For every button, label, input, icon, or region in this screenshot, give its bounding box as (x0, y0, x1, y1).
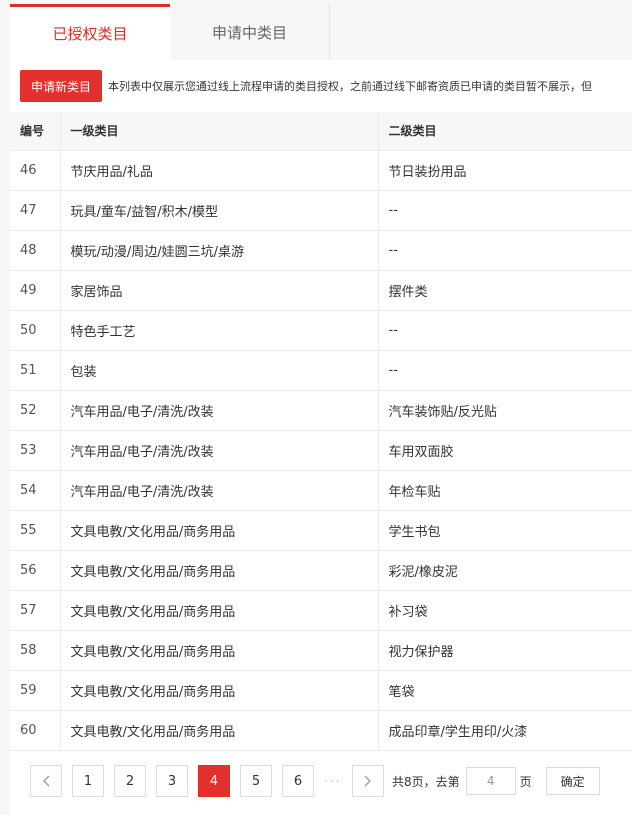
page-ellipsis: ··· (324, 774, 342, 788)
table-row: 49 家居饰品 摆件类 (10, 270, 632, 311)
row-level2-category: 车用双面胶 (378, 430, 632, 471)
row-level1-category: 特色手工艺 (60, 310, 379, 351)
row-level1-category: 汽车用品/电子/清洗/改装 (60, 470, 379, 511)
row-number: 55 (10, 510, 61, 551)
header-level1-category: 一级类目 (60, 112, 379, 151)
row-number: 54 (10, 470, 61, 511)
header-number: 编号 (10, 112, 61, 151)
row-level1-category: 节庆用品/礼品 (60, 150, 379, 191)
row-level1-category: 文具电教/文化用品/商务用品 (60, 510, 379, 551)
row-number: 46 (10, 150, 61, 191)
table-row: 51 包装 -- (10, 350, 632, 391)
page-button-6[interactable]: 6 (282, 765, 314, 797)
row-level2-category: 汽车装饰贴/反光贴 (378, 390, 632, 431)
table-row: 55 文具电教/文化用品/商务用品 学生书包 (10, 510, 632, 551)
table-row: 59 文具电教/文化用品/商务用品 笔袋 (10, 670, 632, 711)
page-button-4[interactable]: 4 (198, 765, 230, 797)
table-row: 54 汽车用品/电子/清洗/改装 年检车贴 (10, 470, 632, 511)
row-number: 52 (10, 390, 61, 431)
category-panel: 申请新类目 本列表中仅展示您通过线上流程申请的类目授权，之前通过线下邮寄资质已申… (10, 60, 632, 815)
table-row: 52 汽车用品/电子/清洗/改装 汽车装饰贴/反光贴 (10, 390, 632, 431)
row-level1-category: 家居饰品 (60, 270, 379, 311)
category-tabs: 已授权类目 申请中类目 (10, 4, 632, 60)
table-row: 50 特色手工艺 -- (10, 310, 632, 351)
total-pages-text: 共8页，去第 (392, 774, 460, 789)
row-level2-category: -- (378, 190, 632, 231)
row-level1-category: 文具电教/文化用品/商务用品 (60, 550, 379, 591)
category-table: 编号 一级类目 二级类目 46 节庆用品/礼品 节日装扮用品 47 玩具/童车/益智/积… (10, 112, 632, 751)
next-page-button[interactable] (352, 765, 384, 797)
page-button-5[interactable]: 5 (240, 765, 272, 797)
row-level2-category: -- (378, 230, 632, 271)
row-number: 60 (10, 710, 61, 751)
row-number: 57 (10, 590, 61, 631)
row-number: 48 (10, 230, 61, 271)
notice-text: 本列表中仅展示您通过线上流程申请的类目授权，之前通过线下邮寄资质已申请的类目暂不… (108, 80, 593, 93)
table-row: 47 玩具/童车/益智/积木/模型 -- (10, 190, 632, 231)
chevron-right-icon (364, 775, 371, 787)
page-button-3[interactable]: 3 (156, 765, 188, 797)
tab-authorized-categories[interactable]: 已授权类目 (10, 4, 170, 60)
row-level2-category: 成品印章/学生用印/火漆 (378, 710, 632, 751)
row-level1-category: 玩具/童车/益智/积木/模型 (60, 190, 379, 231)
table-row: 58 文具电教/文化用品/商务用品 视力保护器 (10, 630, 632, 671)
row-level1-category: 汽车用品/电子/清洗/改装 (60, 430, 379, 471)
table-row: 56 文具电教/文化用品/商务用品 彩泥/橡皮泥 (10, 550, 632, 591)
row-level1-category: 包装 (60, 350, 379, 391)
row-number: 49 (10, 270, 61, 311)
row-level2-category: 视力保护器 (378, 630, 632, 671)
header-level2-category: 二级类目 (378, 112, 632, 151)
row-level2-category: 补习袋 (378, 590, 632, 631)
table-header-row: 编号 一级类目 二级类目 (10, 112, 632, 151)
row-level1-category: 文具电教/文化用品/商务用品 (60, 710, 379, 751)
page-unit-text: 页 (519, 774, 532, 789)
row-number: 56 (10, 550, 61, 591)
row-level2-category: -- (378, 350, 632, 391)
row-level1-category: 模玩/动漫/周边/娃圆三坑/桌游 (60, 230, 379, 271)
row-level2-category: 学生书包 (378, 510, 632, 551)
row-number: 51 (10, 350, 61, 391)
row-level2-category: 节日装扮用品 (378, 150, 632, 191)
table-row: 57 文具电教/文化用品/商务用品 补习袋 (10, 590, 632, 631)
row-number: 50 (10, 310, 61, 351)
table-body: 46 节庆用品/礼品 节日装扮用品 47 玩具/童车/益智/积木/模型 -- 48 模玩/动漫… (10, 150, 632, 751)
row-number: 58 (10, 630, 61, 671)
table-row: 48 模玩/动漫/周边/娃圆三坑/桌游 -- (10, 230, 632, 271)
row-level2-category: 笔袋 (378, 670, 632, 711)
row-level1-category: 汽车用品/电子/清洗/改装 (60, 390, 379, 431)
row-number: 47 (10, 190, 61, 231)
tab-pending-categories[interactable]: 申请中类目 (170, 4, 330, 60)
row-number: 59 (10, 670, 61, 711)
row-level1-category: 文具电教/文化用品/商务用品 (60, 670, 379, 711)
table-row: 53 汽车用品/电子/清洗/改装 车用双面胶 (10, 430, 632, 471)
page-jump-confirm-button[interactable]: 确定 (545, 767, 600, 795)
page-jump-input[interactable] (465, 767, 516, 795)
page-button-1[interactable]: 1 (72, 765, 104, 797)
chevron-left-icon (43, 775, 50, 787)
table-row: 46 节庆用品/礼品 节日装扮用品 (10, 150, 632, 191)
row-number: 53 (10, 430, 61, 471)
prev-page-button[interactable] (30, 765, 62, 797)
row-level2-category: 彩泥/橡皮泥 (378, 550, 632, 591)
row-level2-category: 年检车贴 (378, 470, 632, 511)
row-level1-category: 文具电教/文化用品/商务用品 (60, 590, 379, 631)
row-level1-category: 文具电教/文化用品/商务用品 (60, 630, 379, 671)
page-button-2[interactable]: 2 (114, 765, 146, 797)
row-level2-category: 摆件类 (378, 270, 632, 311)
row-level2-category: -- (378, 310, 632, 351)
pagination: 1 2 3 4 5 6 ··· 共8页，去第 页 确定 (30, 765, 600, 797)
table-row: 60 文具电教/文化用品/商务用品 成品印章/学生用印/火漆 (10, 710, 632, 751)
apply-new-category-button[interactable]: 申请新类目 (20, 70, 103, 102)
toolbar: 申请新类目 本列表中仅展示您通过线上流程申请的类目授权，之前通过线下邮寄资质已申… (20, 70, 632, 102)
